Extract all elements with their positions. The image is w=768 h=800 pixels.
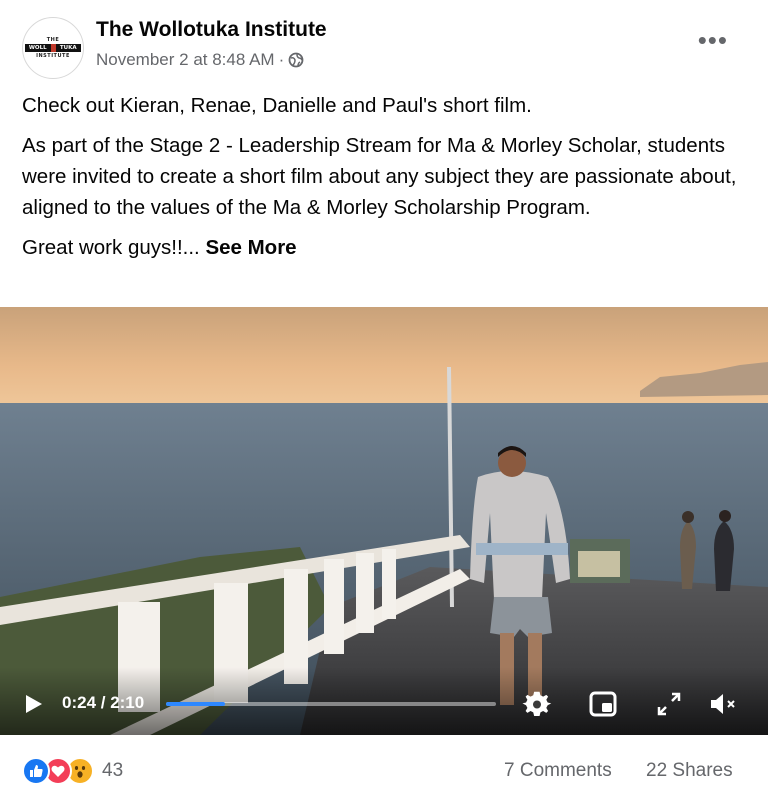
shares-link[interactable]: 22 Shares <box>646 760 733 782</box>
post-header: THE WOLL TUKA INSTITUTE The Wollotuka In… <box>0 0 768 86</box>
page-avatar[interactable]: THE WOLL TUKA INSTITUTE <box>22 17 84 79</box>
video-frame <box>0 307 768 735</box>
post-footer: 43 7 Comments 22 Shares <box>0 745 768 800</box>
video-progress-fill <box>166 702 226 706</box>
see-more-link[interactable]: See More <box>205 236 296 259</box>
mute-icon[interactable] <box>708 689 738 719</box>
like-icon <box>22 757 50 785</box>
video-time: 0:24 / 2:10 <box>62 693 145 712</box>
video-controls: 0:24 / 2:10 <box>0 675 768 735</box>
comments-link[interactable]: 7 Comments <box>504 760 612 782</box>
play-icon[interactable] <box>22 693 44 715</box>
post-paragraph: As part of the Stage 2 - Leadership Stre… <box>22 134 737 219</box>
post-paragraph: Check out Kieran, Renae, Danielle and Pa… <box>22 94 532 117</box>
post-body: Check out Kieran, Renae, Danielle and Pa… <box>22 90 752 272</box>
picture-in-picture-icon[interactable] <box>588 689 618 719</box>
settings-icon[interactable] <box>522 689 552 719</box>
globe-icon <box>288 52 304 68</box>
video-progress-bar[interactable] <box>166 702 496 706</box>
video-player[interactable]: 0:24 / 2:10 <box>0 307 768 735</box>
post-timestamp[interactable]: November 2 at 8:48 AM <box>96 50 275 70</box>
reaction-count: 43 <box>102 760 124 781</box>
institute-logo: THE WOLL TUKA INSTITUTE <box>25 37 81 59</box>
post-paragraph-last: Great work guys!!... See More <box>22 236 297 259</box>
meta-separator: · <box>278 50 285 69</box>
reactions-summary[interactable]: 43 <box>22 757 123 785</box>
page-name[interactable]: The Wollotuka Institute <box>96 18 327 42</box>
fullscreen-icon[interactable] <box>654 689 684 719</box>
more-options-button[interactable]: ••• <box>698 27 728 53</box>
post-meta: November 2 at 8:48 AM · <box>96 50 304 70</box>
